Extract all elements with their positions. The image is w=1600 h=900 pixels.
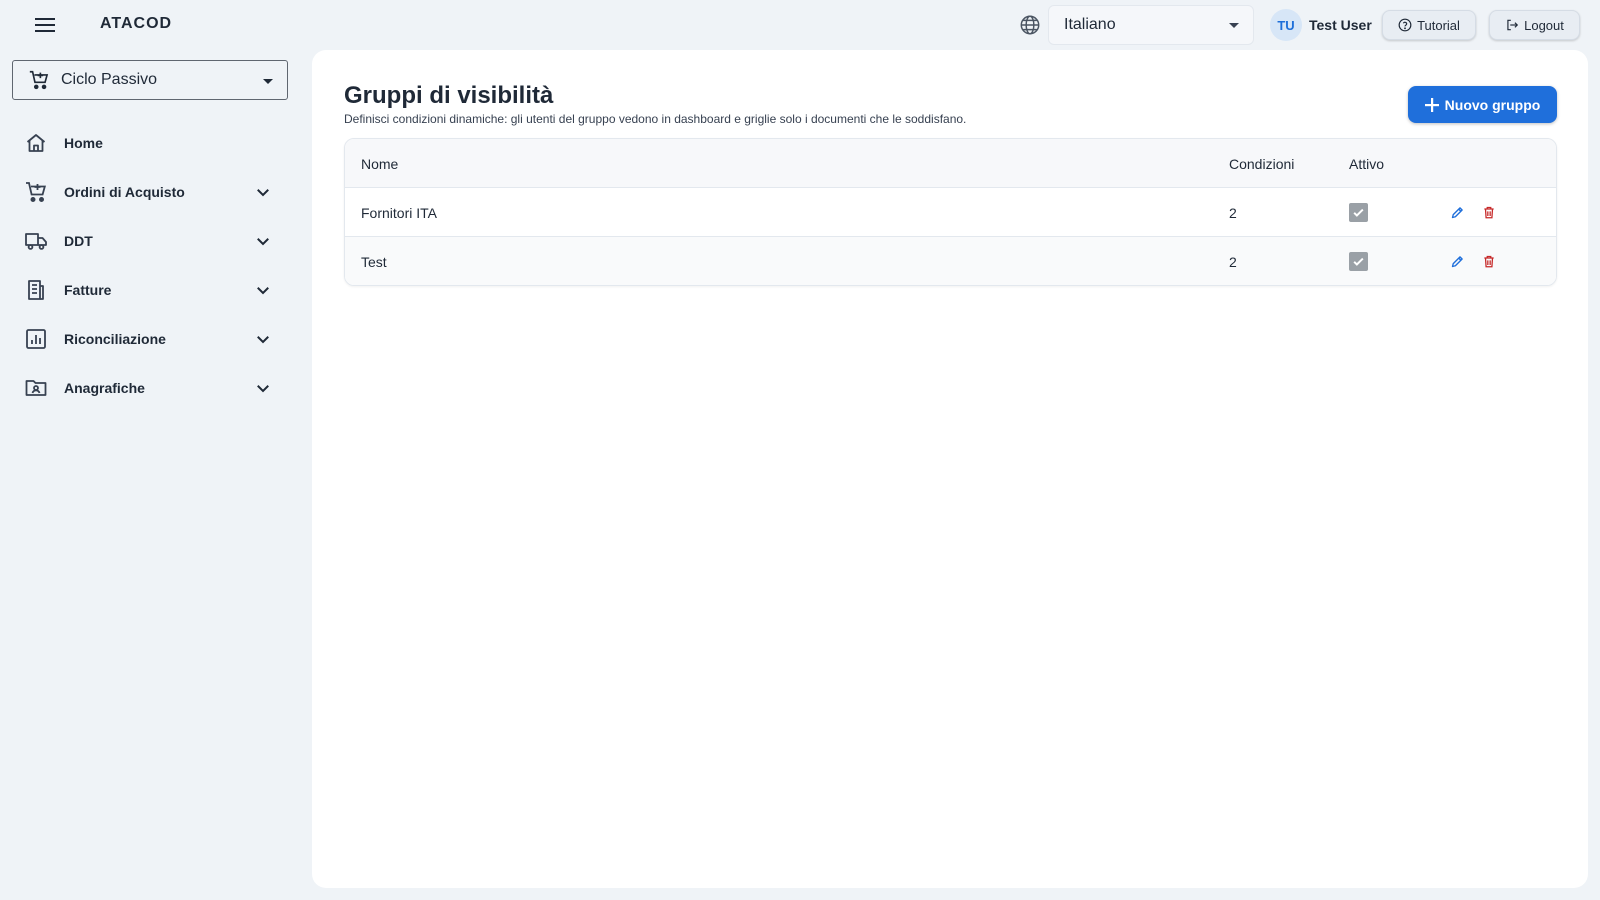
module-select-value: Ciclo Passivo xyxy=(61,71,158,88)
language-select-value: Italiano xyxy=(1064,16,1116,33)
table-row[interactable]: Test 2 xyxy=(345,237,1556,285)
row-name: Test xyxy=(361,253,387,270)
sidebar-item-anagrafiche[interactable]: Anagrafiche xyxy=(0,363,300,412)
sidebar-item-label: Anagrafiche xyxy=(64,379,145,396)
top-bar: ATACOD Italiano TU Test User Tutorial Lo… xyxy=(0,0,1600,50)
sidebar-item-ordini-di-acquisto[interactable]: Ordini di Acquisto xyxy=(0,167,300,216)
edit-icon[interactable] xyxy=(1448,253,1466,271)
caret-down-icon xyxy=(1229,23,1239,28)
menu-icon[interactable] xyxy=(32,13,58,37)
caret-down-icon xyxy=(263,79,273,84)
sidebar-nav: Home Ordini di Acquisto DDT Fatture Rico… xyxy=(0,118,300,412)
new-group-button[interactable]: Nuovo gruppo xyxy=(1408,86,1557,123)
chevron-down-icon[interactable] xyxy=(254,183,272,201)
sidebar-item-label: Riconciliazione xyxy=(64,330,166,347)
logout-button[interactable]: Logout xyxy=(1489,10,1580,40)
chevron-down-icon[interactable] xyxy=(254,330,272,348)
sidebar-item-home[interactable]: Home xyxy=(0,118,300,167)
sidebar-item-label: Fatture xyxy=(64,281,112,298)
new-group-label: Nuovo gruppo xyxy=(1444,96,1541,113)
column-header-nome[interactable]: Nome xyxy=(361,139,398,188)
sidebar-item-label: DDT xyxy=(64,232,93,249)
contact-folder-icon xyxy=(24,376,48,400)
groups-table: Nome Condizioni Attivo Fornitori ITA 2 T… xyxy=(344,138,1557,286)
row-conditions: 2 xyxy=(1229,204,1237,221)
sidebar-item-riconciliazione[interactable]: Riconciliazione xyxy=(0,314,300,363)
truck-icon xyxy=(24,229,48,253)
column-header-attivo[interactable]: Attivo xyxy=(1349,139,1384,188)
globe-icon xyxy=(1019,14,1041,36)
sidebar-item-label: Home xyxy=(64,134,103,151)
chevron-down-icon[interactable] xyxy=(254,281,272,299)
page-subtitle: Definisci condizioni dinamiche: gli uten… xyxy=(344,112,967,126)
main-panel: Gruppi di visibilità Definisci condizion… xyxy=(312,50,1588,888)
chevron-down-icon[interactable] xyxy=(254,379,272,397)
logout-label: Logout xyxy=(1524,17,1564,33)
logout-icon xyxy=(1505,18,1519,32)
table-row[interactable]: Fornitori ITA 2 xyxy=(345,188,1556,237)
sidebar-item-label: Ordini di Acquisto xyxy=(64,183,185,200)
page-title: Gruppi di visibilità xyxy=(344,82,554,109)
chevron-down-icon[interactable] xyxy=(254,232,272,250)
trash-icon[interactable] xyxy=(1480,204,1498,222)
active-checkbox[interactable] xyxy=(1349,203,1368,222)
row-name: Fornitori ITA xyxy=(361,204,437,221)
chart-icon xyxy=(24,327,48,351)
cart-icon xyxy=(24,180,48,204)
tutorial-button[interactable]: Tutorial xyxy=(1382,10,1476,40)
row-conditions: 2 xyxy=(1229,253,1237,270)
row-actions xyxy=(1448,237,1498,285)
home-icon xyxy=(24,131,48,155)
table-header: Nome Condizioni Attivo xyxy=(345,139,1556,188)
trash-icon[interactable] xyxy=(1480,253,1498,271)
sidebar-item-fatture[interactable]: Fatture xyxy=(0,265,300,314)
row-active xyxy=(1349,188,1368,237)
sidebar-item-ddt[interactable]: DDT xyxy=(0,216,300,265)
cart-icon xyxy=(28,69,50,91)
help-circle-icon xyxy=(1398,18,1412,32)
module-select[interactable]: Ciclo Passivo xyxy=(12,60,288,100)
plus-icon xyxy=(1424,97,1439,112)
language-select[interactable]: Italiano xyxy=(1048,5,1254,45)
row-active xyxy=(1349,237,1368,285)
user-name: Test User xyxy=(1309,17,1372,33)
row-actions xyxy=(1448,188,1498,237)
receipt-icon xyxy=(24,278,48,302)
tutorial-label: Tutorial xyxy=(1417,17,1460,33)
avatar[interactable]: TU xyxy=(1270,9,1302,41)
edit-icon[interactable] xyxy=(1448,204,1466,222)
active-checkbox[interactable] xyxy=(1349,252,1368,271)
column-header-condizioni[interactable]: Condizioni xyxy=(1229,139,1294,188)
app-title: ATACOD xyxy=(100,15,173,32)
